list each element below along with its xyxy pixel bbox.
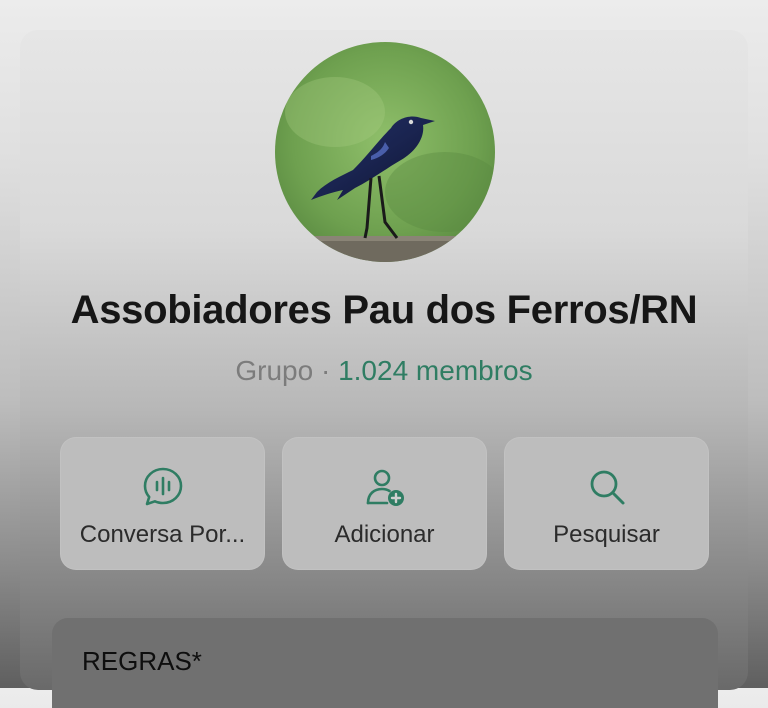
voice-chat-icon <box>143 467 182 506</box>
add-person-icon <box>366 469 404 506</box>
rules-title: REGRAS* <box>82 646 202 676</box>
search-icon <box>590 470 624 505</box>
bird-photo <box>275 42 495 262</box>
group-subtitle: Grupo · 1.024 membros <box>0 355 768 387</box>
members-count-link[interactable]: 1.024 membros <box>338 355 533 386</box>
search-label: Pesquisar <box>553 521 660 548</box>
search-button[interactable]: Pesquisar <box>504 437 709 570</box>
group-title: Assobiadores Pau dos Ferros/RN <box>70 288 698 332</box>
separator-dot: · <box>320 355 331 386</box>
group-avatar[interactable] <box>275 42 495 262</box>
voice-chat-label: Conversa Por... <box>79 521 246 548</box>
voice-chat-button[interactable]: Conversa Por... <box>60 437 265 570</box>
add-member-button[interactable]: Adicionar <box>282 437 487 570</box>
group-type: Grupo <box>235 355 314 386</box>
rules-card[interactable]: REGRAS* <box>52 618 718 708</box>
add-member-label: Adicionar <box>334 521 435 548</box>
